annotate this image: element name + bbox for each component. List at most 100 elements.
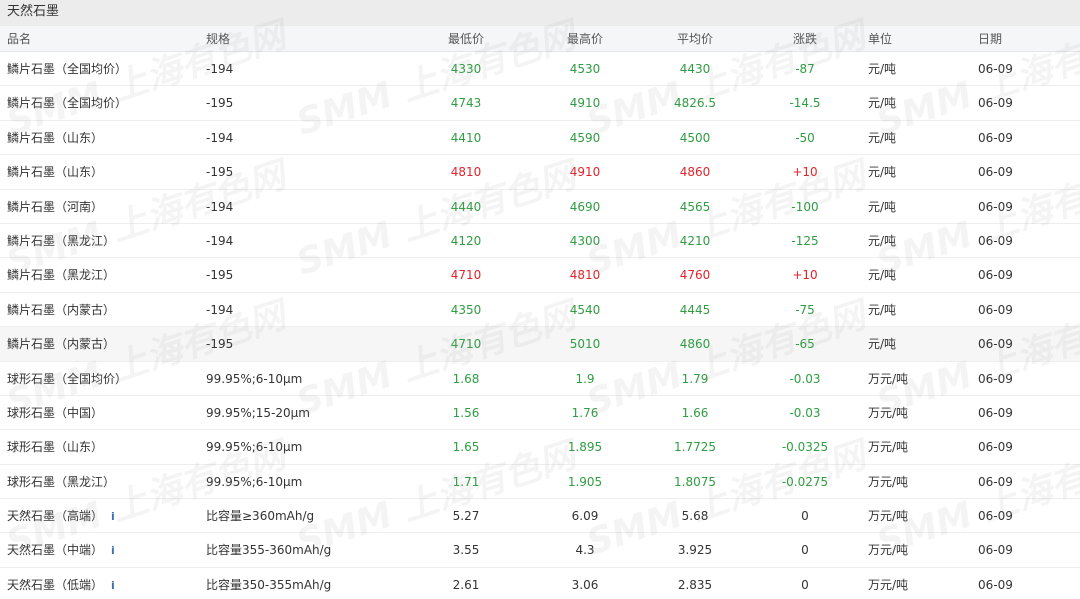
cell-spec: 比容量≥360mAh/g bbox=[206, 509, 315, 524]
table-row[interactable]: 球形石墨（黑龙江） 99.95%;6-10μm 1.71 1.905 1.8075 -0.… bbox=[0, 465, 1080, 500]
cell-change: -65 bbox=[795, 337, 815, 352]
cell-unit: 万元/吨 bbox=[868, 509, 909, 524]
cell-unit: 元/吨 bbox=[868, 130, 897, 145]
cell-avg-price: 4860 bbox=[679, 165, 711, 180]
cell-avg-price: 5.68 bbox=[681, 509, 709, 524]
cell-unit: 元/吨 bbox=[868, 268, 897, 283]
price-table-page: 天然石墨 品名 规格 最低价 最高价 平均价 涨跌 单位 日期 鳞片石墨（全国均… bbox=[0, 0, 1080, 599]
product-name: 鳞片石墨（全国均价） bbox=[7, 96, 128, 111]
table-row[interactable]: 鳞片石墨（黑龙江） -195 4710 4810 4760 +10 元/吨 06-09 bbox=[0, 258, 1080, 293]
cell-change: -14.5 bbox=[789, 96, 821, 111]
cell-spec: -194 bbox=[206, 130, 234, 145]
cell-date: 06-09 bbox=[978, 509, 1013, 524]
cell-low-price: 4710 bbox=[450, 337, 482, 352]
cell-avg-price: 1.79 bbox=[681, 371, 709, 386]
cell-high-price: 1.905 bbox=[567, 474, 603, 489]
cell-high-price: 4530 bbox=[569, 62, 601, 76]
cell-change: +10 bbox=[792, 165, 818, 180]
cell-unit: 万元/吨 bbox=[868, 577, 909, 592]
product-name: 鳞片石墨（内蒙古） bbox=[7, 302, 116, 317]
product-name: 球形石墨（黑龙江） bbox=[7, 474, 116, 489]
cell-name: 鳞片石墨（山东） bbox=[7, 155, 103, 189]
cell-name: 鳞片石墨（黑龙江） bbox=[7, 224, 115, 258]
table-row[interactable]: 球形石墨（全国均价） 99.95%;6-10μm 1.68 1.9 1.79 -0.03 万… bbox=[0, 362, 1080, 396]
table-row[interactable]: 鳞片石墨（内蒙古） -195 4710 5010 4860 -65 元/吨 06-09 bbox=[0, 327, 1080, 362]
cell-low-price: 4440 bbox=[450, 199, 482, 214]
table-row[interactable]: 鳞片石墨（内蒙古） -194 4350 4540 4445 -75 元/吨 06-09 bbox=[0, 293, 1080, 328]
cell-high-price: 1.76 bbox=[571, 405, 599, 420]
header-date: 日期 bbox=[978, 32, 1003, 46]
cell-unit: 元/吨 bbox=[868, 233, 897, 248]
header-change[interactable]: 涨跌 bbox=[775, 26, 835, 52]
cell-high-price: 3.06 bbox=[571, 577, 599, 592]
cell-avg-price: 3.925 bbox=[677, 543, 713, 558]
cell-low-price: 5.27 bbox=[452, 509, 480, 524]
header-avg-price[interactable]: 平均价 bbox=[665, 26, 725, 52]
cell-date: 06-09 bbox=[978, 543, 1013, 558]
table-row[interactable]: 鳞片石墨（山东） -194 4410 4590 4500 -50 元/吨 06-09 bbox=[0, 121, 1080, 156]
cell-high-price: 1.895 bbox=[567, 440, 603, 455]
cell-avg-price: 2.835 bbox=[677, 577, 713, 592]
header-unit: 单位 bbox=[868, 32, 893, 46]
info-icon[interactable]: i bbox=[111, 569, 115, 599]
product-name: 天然石墨（低端） bbox=[7, 577, 104, 592]
cell-high-price: 1.9 bbox=[575, 371, 595, 386]
header-low-price[interactable]: 最低价 bbox=[436, 26, 496, 52]
cell-date: 06-09 bbox=[978, 371, 1013, 386]
cell-low-price: 1.71 bbox=[452, 474, 480, 489]
cell-unit: 万元/吨 bbox=[868, 405, 909, 420]
header-high-price[interactable]: 最高价 bbox=[555, 26, 615, 52]
cell-avg-price: 4430 bbox=[679, 62, 711, 76]
info-icon[interactable]: i bbox=[111, 534, 115, 568]
cell-high-price: 4910 bbox=[569, 165, 601, 180]
cell-avg-price: 4860 bbox=[679, 337, 711, 352]
cell-unit: 元/吨 bbox=[868, 96, 897, 111]
table-row[interactable]: 天然石墨（低端） i 比容量350-355mAh/g 2.61 3.06 2.835 0 万元… bbox=[0, 568, 1080, 599]
product-name: 球形石墨（山东） bbox=[7, 440, 104, 455]
product-name: 鳞片石墨（山东） bbox=[7, 165, 104, 180]
cell-change: -100 bbox=[791, 199, 819, 214]
table-row[interactable]: 鳞片石墨（全国均价） -195 4743 4910 4826.5 -14.5 元/吨 06-0… bbox=[0, 86, 1080, 121]
cell-spec: -195 bbox=[206, 96, 234, 111]
cell-date: 06-09 bbox=[978, 440, 1013, 455]
section-title: 天然石墨 bbox=[0, 0, 1080, 26]
cell-name: 球形石墨（山东） bbox=[7, 430, 103, 464]
product-name: 鳞片石墨（全国均价） bbox=[7, 62, 128, 76]
cell-spec: 比容量350-355mAh/g bbox=[206, 577, 332, 592]
cell-unit: 万元/吨 bbox=[868, 440, 909, 455]
cell-spec: -194 bbox=[206, 199, 234, 214]
cell-high-price: 4540 bbox=[569, 302, 601, 317]
cell-date: 06-09 bbox=[978, 302, 1013, 317]
cell-name: 鳞片石墨（内蒙古） bbox=[7, 327, 115, 361]
product-name: 球形石墨（中国） bbox=[7, 405, 104, 420]
table-row[interactable]: 天然石墨（高端） i 比容量≥360mAh/g 5.27 6.09 5.68 0 万元/吨 06… bbox=[0, 499, 1080, 534]
cell-spec: -194 bbox=[206, 62, 234, 76]
cell-name: 球形石墨（全国均价） bbox=[7, 362, 127, 396]
table-row[interactable]: 鳞片石墨（黑龙江） -194 4120 4300 4210 -125 元/吨 06-09 bbox=[0, 224, 1080, 259]
cell-change: -0.0325 bbox=[781, 440, 829, 455]
cell-spec: 比容量355-360mAh/g bbox=[206, 543, 332, 558]
cell-change: -50 bbox=[795, 130, 815, 145]
info-icon[interactable]: i bbox=[111, 500, 115, 534]
cell-spec: -195 bbox=[206, 268, 234, 283]
header-spec: 规格 bbox=[206, 32, 231, 46]
cell-low-price: 4410 bbox=[450, 130, 482, 145]
cell-low-price: 3.55 bbox=[452, 543, 480, 558]
cell-high-price: 4810 bbox=[569, 268, 601, 283]
table-row[interactable]: 天然石墨（中端） i 比容量355-360mAh/g 3.55 4.3 3.925 0 万元/… bbox=[0, 533, 1080, 568]
cell-change: -125 bbox=[791, 233, 819, 248]
product-name: 鳞片石墨（河南） bbox=[7, 199, 104, 214]
cell-change: 0 bbox=[801, 509, 809, 524]
table-row[interactable]: 球形石墨（山东） 99.95%;6-10μm 1.65 1.895 1.7725 -0.0… bbox=[0, 430, 1080, 465]
cell-avg-price: 4210 bbox=[679, 233, 711, 248]
cell-low-price: 4710 bbox=[450, 268, 482, 283]
cell-avg-price: 4826.5 bbox=[674, 96, 716, 111]
cell-date: 06-09 bbox=[978, 165, 1013, 180]
cell-high-price: 4690 bbox=[569, 199, 601, 214]
cell-name: 鳞片石墨（河南） bbox=[7, 190, 103, 224]
cell-unit: 万元/吨 bbox=[868, 371, 909, 386]
table-row[interactable]: 球形石墨（中国） 99.95%;15-20μm 1.56 1.76 1.66 -0.03 万… bbox=[0, 396, 1080, 431]
table-row[interactable]: 鳞片石墨（全国均价） -194 4330 4530 4430 -87 元/吨 06-09 bbox=[0, 52, 1080, 87]
table-row[interactable]: 鳞片石墨（河南） -194 4440 4690 4565 -100 元/吨 06-09 bbox=[0, 190, 1080, 224]
table-row[interactable]: 鳞片石墨（山东） -195 4810 4910 4860 +10 元/吨 06-09 bbox=[0, 155, 1080, 190]
